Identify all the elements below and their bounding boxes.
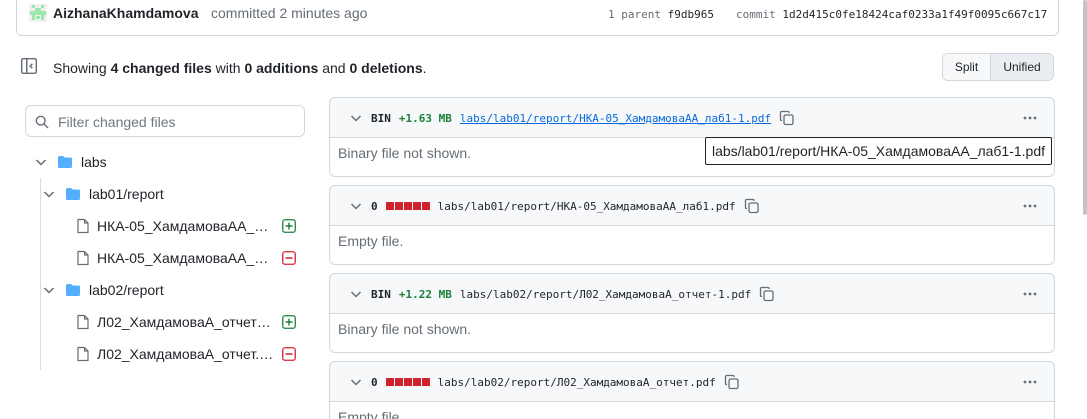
avatar[interactable]	[29, 4, 47, 22]
tree-folder-lab01-report[interactable]: lab01/report	[41, 182, 164, 206]
chevron-down-icon[interactable]	[348, 374, 364, 390]
commit-sha[interactable]: 1d2d415c0fe18424caf0233a1f49f0095c667c17	[782, 8, 1047, 21]
diff-size-delta: +1.22 MB	[398, 287, 452, 301]
diff-file-header: BIN +1.63 MB labs/lab01/report/НКА-05_Ха…	[330, 98, 1054, 138]
commit-time: committed 2 minutes ago	[211, 5, 368, 21]
diff-file: BIN +1.22 MB labs/lab02/report/Л02_Хамда…	[329, 273, 1055, 353]
diff-kind: 0	[371, 375, 378, 389]
summary-additions: 0 additions	[244, 60, 319, 76]
diff-size-delta: +1.63 MB	[398, 111, 452, 125]
chevron-down-icon	[43, 287, 55, 294]
scrollbar-thumb[interactable]	[1083, 0, 1087, 215]
chevron-down-icon[interactable]	[348, 110, 364, 126]
kebab-menu-icon[interactable]	[1022, 286, 1038, 302]
chevron-down-icon	[35, 159, 47, 166]
diff-body: Binary file not shown.	[338, 321, 472, 337]
kebab-menu-icon[interactable]	[1022, 110, 1038, 126]
summary-prefix: Showing	[53, 60, 107, 76]
file-icon	[77, 346, 89, 362]
tree-file-item[interactable]: НКА-05_ХамдамоваАА_лаб1-1.pdf	[75, 214, 274, 238]
tree-folder-labs[interactable]: labs	[33, 150, 107, 174]
summary-with: with	[215, 60, 241, 76]
commit-info: commit 1d2d415c0fe18424caf0233a1f49f0095…	[736, 8, 1047, 21]
file-path-tooltip: labs/lab01/report/НКА-05_ХамдамоваАА_лаб…	[705, 137, 1053, 165]
tree-folder-label: labs	[81, 154, 107, 170]
tree-file-item[interactable]: НКА-05_ХамдамоваАА_лаб1.pdf	[75, 246, 274, 270]
tree-guide-line	[40, 178, 41, 370]
summary-files: 4 changed files	[110, 60, 212, 76]
diff-kind: BIN	[371, 111, 391, 125]
folder-icon	[58, 156, 72, 168]
view-mode-toggle: Split Unified	[942, 53, 1054, 81]
file-deleted-icon	[282, 251, 296, 265]
parent-label: 1 parent	[608, 8, 661, 21]
diff-file-path[interactable]: labs/lab02/report/Л02_ХамдамоваА_отчет-1…	[460, 288, 751, 301]
commit-label: commit	[736, 8, 776, 21]
diff-body: Empty file.	[338, 233, 404, 249]
folder-icon	[66, 188, 80, 200]
file-added-icon	[282, 315, 296, 329]
diff-file-header: 0 labs/lab02/report/Л02_ХамдамоваА_отчет…	[330, 362, 1054, 402]
page-scrollbar[interactable]	[1081, 0, 1087, 215]
chevron-down-icon[interactable]	[348, 286, 364, 302]
tree-file-label: Л02_ХамдамоваА_отчет-1.pdf	[97, 314, 274, 330]
diff-file: 0 labs/lab02/report/Л02_ХамдамоваА_отчет…	[329, 361, 1055, 419]
summary-suffix: .	[422, 60, 427, 76]
tree-file-item[interactable]: Л02_ХамдамоваА_отчет-1.pdf	[75, 310, 274, 334]
file-icon	[77, 314, 89, 330]
file-deleted-icon	[282, 347, 296, 361]
diff-kind: 0	[371, 199, 378, 213]
diff-file: 0 labs/lab01/report/НКА-05_ХамдамоваАА_л…	[329, 185, 1055, 265]
search-icon	[35, 115, 49, 129]
tree-file-label: Л02_ХамдамоваА_отчет.pdf	[97, 346, 274, 362]
diff-file-header: 0 labs/lab01/report/НКА-05_ХамдамоваАА_л…	[330, 186, 1054, 226]
diff-file-path[interactable]: labs/lab01/report/НКА-05_ХамдамоваАА_лаб…	[438, 200, 736, 213]
filter-files-box	[25, 105, 305, 137]
kebab-menu-icon[interactable]	[1022, 198, 1038, 214]
diff-file-header: BIN +1.22 MB labs/lab02/report/Л02_Хамда…	[330, 274, 1054, 314]
tree-file-label: НКА-05_ХамдамоваАА_лаб1.pdf	[97, 250, 274, 266]
copy-icon[interactable]	[759, 286, 775, 302]
folder-icon	[66, 284, 80, 296]
diff-summary: Showing 4 changed files with 0 additions…	[53, 60, 427, 76]
diff-body: Empty file.	[338, 409, 404, 419]
diff-deletion-blocks	[385, 202, 430, 210]
summary-deletions: 0 deletions	[349, 60, 423, 76]
filter-files-input[interactable]	[58, 112, 298, 132]
tree-folder-label: lab02/report	[89, 282, 164, 298]
parent-sha-link[interactable]: f9db965	[668, 8, 714, 21]
diff-deletion-blocks	[385, 378, 430, 386]
file-icon	[77, 218, 89, 234]
tree-file-item[interactable]: Л02_ХамдамоваА_отчет.pdf	[75, 342, 274, 366]
kebab-menu-icon[interactable]	[1022, 374, 1038, 390]
commit-author[interactable]: AizhanaKhamdamova	[53, 5, 198, 21]
toggle-file-tree-icon[interactable]	[20, 57, 38, 75]
unified-view-button[interactable]: Unified	[991, 54, 1053, 80]
chevron-down-icon[interactable]	[348, 198, 364, 214]
tree-file-label: НКА-05_ХамдамоваАА_лаб1-1.pdf	[97, 218, 274, 234]
parent-info: 1 parent f9db965	[608, 8, 714, 21]
summary-and: and	[322, 60, 346, 76]
copy-icon[interactable]	[779, 110, 795, 126]
tree-folder-lab02-report[interactable]: lab02/report	[41, 278, 164, 302]
chevron-down-icon	[43, 191, 55, 198]
tree-folder-label: lab01/report	[89, 186, 164, 202]
file-added-icon	[282, 219, 296, 233]
copy-icon[interactable]	[744, 198, 760, 214]
file-icon	[77, 250, 89, 266]
diff-file-path[interactable]: labs/lab02/report/Л02_ХамдамоваА_отчет.p…	[438, 376, 716, 389]
split-view-button[interactable]: Split	[943, 54, 991, 80]
diff-file-path[interactable]: labs/lab01/report/НКА-05_ХамдамоваАА_лаб…	[460, 112, 771, 125]
copy-icon[interactable]	[724, 374, 740, 390]
diff-kind: BIN	[371, 287, 391, 301]
commit-header: AizhanaKhamdamova committed 2 minutes ag…	[16, 0, 1059, 36]
